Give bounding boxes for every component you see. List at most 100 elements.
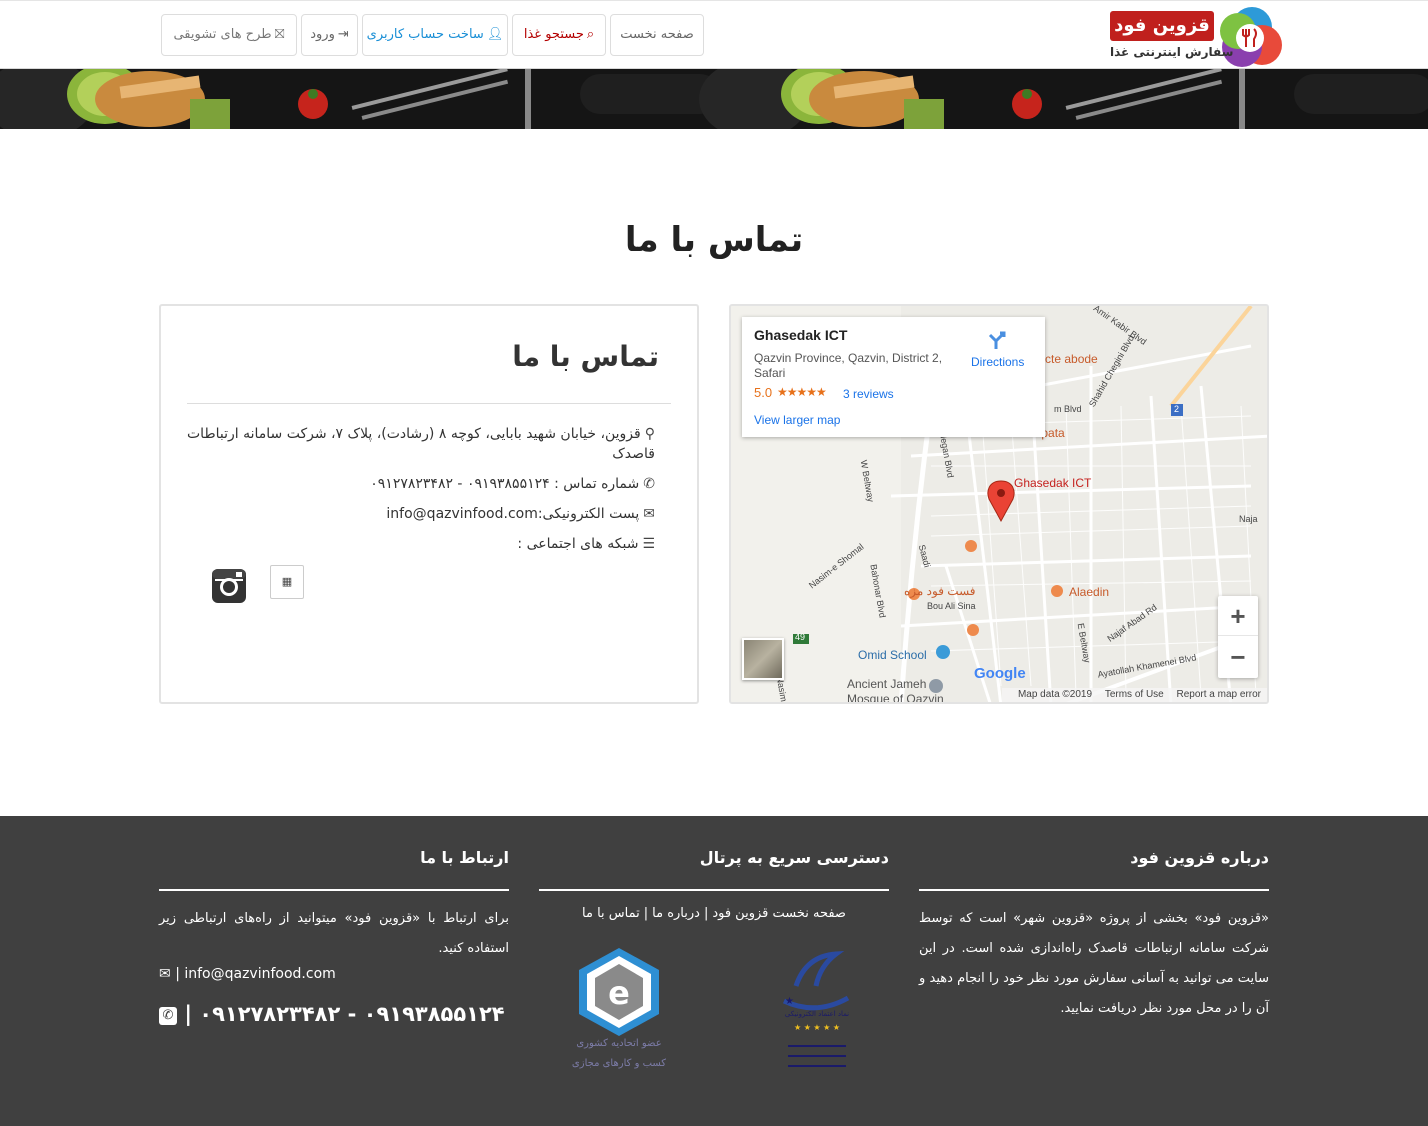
- nav-login-button[interactable]: ⇥ورود: [301, 14, 358, 56]
- zoom-in-button[interactable]: +: [1218, 596, 1258, 636]
- footer-link-contact[interactable]: تماس با ما: [582, 906, 640, 921]
- site-logo[interactable]: قزوین فود سفارش اینترنتی غذا: [1110, 5, 1282, 68]
- map-label-fastfood: فست فود مزه: [904, 584, 976, 598]
- nav-promo-label: طرح های تشویقی: [173, 27, 272, 42]
- map-report-link[interactable]: Report a map error: [1177, 689, 1261, 700]
- map-label-route-49: 49: [795, 632, 806, 642]
- contact-email-label: پست الکترونیکی:: [537, 506, 640, 522]
- footer-phone-text: ۰۹۱۲۷۸۲۳۴۸۲ - ۰۹۱۹۳۸۵۵۱۲۴: [199, 1002, 505, 1026]
- enamad-caption: نماد اعتماد الکترونیکی: [785, 1010, 849, 1018]
- envelope-icon: ✉: [159, 966, 171, 982]
- contact-info-panel: تماس با ما ⚲قزوین، خیابان شهید بابایی، ک…: [159, 304, 699, 704]
- contact-phone: ✆شماره تماس : ۰۹۱۹۳۸۵۵۱۲۴ - ۰۹۱۲۷۸۲۳۴۸۲: [370, 474, 655, 494]
- map-label-m-blvd: m Blvd: [1054, 404, 1082, 414]
- nav-login-label: ورود: [310, 27, 335, 42]
- gift-icon: ⛝: [274, 27, 285, 42]
- map-label-cte-abode: cte abode: [1045, 352, 1098, 366]
- sign-in-icon: ⇥: [337, 27, 349, 42]
- map-attribution: Map data ©2019 Terms of Use Report a map…: [1001, 688, 1267, 702]
- footer-email-link[interactable]: info@qazvinfood.com: [184, 966, 335, 982]
- map-terms-link[interactable]: Terms of Use: [1105, 689, 1164, 700]
- footer-quick-links: صفحه نخست قزوین فود|درباره ما|تماس با ما: [539, 906, 889, 921]
- map-label-naja: Naja: [1239, 514, 1258, 524]
- map-place-rating: 5.0: [754, 385, 773, 400]
- user-icon: 👤︎: [486, 27, 504, 42]
- footer-about-text: «قزوین فود» بخشی از پروژه «قزوین شهر» اس…: [919, 911, 1269, 1016]
- map-place-card: Ghasedak ICT Qazvin Province, Qazvin, Di…: [742, 317, 1045, 437]
- map-place-name: Ghasedak ICT: [754, 327, 848, 343]
- map-label-jameh-1: Ancient Jameh: [847, 677, 927, 691]
- wifi-icon: ☰: [642, 536, 655, 552]
- samandehi-caption-1: عضو اتحادیه کشوری: [576, 1038, 662, 1049]
- footer-phone: ✆ | ۰۹۱۲۷۸۲۳۴۸۲ - ۰۹۱۹۳۸۵۵۱۲۴: [159, 1002, 505, 1026]
- contact-email-link[interactable]: info@qazvinfood.com: [386, 506, 537, 522]
- svg-text:★: ★: [785, 996, 794, 1007]
- map-marker-label: Ghasedak ICT: [1014, 476, 1092, 490]
- directions-icon[interactable]: [986, 329, 1010, 353]
- samandehi-badge[interactable]: e عضو اتحادیه کشوری کسب و کارهای مجازی: [569, 946, 669, 1069]
- qr-code-icon[interactable]: ▦: [270, 565, 304, 599]
- map-larger-link[interactable]: View larger map: [754, 413, 840, 427]
- footer-contact-divider: [159, 889, 509, 891]
- nav-home-label: صفحه نخست: [620, 27, 694, 42]
- google-logo-text: Google: [974, 665, 1026, 682]
- phone-icon: ✆: [643, 476, 655, 492]
- google-logo: Google: [974, 665, 1026, 682]
- map-label-aladin: Alaedin: [1069, 585, 1110, 599]
- search-icon: ⌕: [586, 27, 595, 42]
- map-label-bou-ali: Bou Ali Sina: [927, 601, 976, 611]
- footer-email: ✉ | info@qazvinfood.com: [159, 966, 336, 982]
- footer-quick-divider: [539, 889, 889, 891]
- svg-text:e: e: [608, 974, 630, 1012]
- contact-phone-text: شماره تماس : ۰۹۱۹۳۸۵۵۱۲۴ - ۰۹۱۲۷۸۲۳۴۸۲: [370, 476, 640, 492]
- rating-stars-icon: ★★★★★: [777, 385, 827, 399]
- logo-subtitle: سفارش اینترنتی غذا: [1110, 45, 1234, 59]
- contact-social: ☰شبکه های اجتماعی :: [517, 534, 655, 554]
- map-marker-icon: ⚲: [644, 426, 655, 442]
- contact-address: ⚲قزوین، خیابان شهید بابایی، کوچه ۸ (رشاد…: [187, 424, 655, 464]
- contact-email: ✉پست الکترونیکی:info@qazvinfood.com: [386, 504, 655, 524]
- footer-phone-divider: |: [184, 1002, 192, 1026]
- footer-link-about[interactable]: درباره ما: [652, 906, 700, 921]
- footer-link-separator: |: [643, 906, 649, 921]
- top-navbar: قزوین فود سفارش اینترنتی غذا صفحه نخست ⌕…: [0, 0, 1428, 69]
- svg-text:★ ★ ★ ★ ★: ★ ★ ★ ★ ★: [794, 1023, 840, 1032]
- nav-home-button[interactable]: صفحه نخست: [610, 14, 704, 56]
- map-reviews-link[interactable]: 3 reviews: [843, 387, 894, 401]
- contact-panel-title: تماس با ما: [512, 340, 659, 373]
- map-directions-link[interactable]: Directions: [971, 355, 1024, 369]
- footer-link-separator: |: [703, 906, 709, 921]
- footer-email-divider: |: [175, 966, 180, 982]
- zoom-out-button[interactable]: −: [1218, 637, 1258, 677]
- map-place-address: Qazvin Province, Qazvin, District 2, Saf…: [754, 351, 943, 380]
- footer-contact-title: ارتباط با ما: [420, 848, 509, 867]
- site-footer: درباره قزوین فود «قزوین فود» بخشی از پرو…: [0, 816, 1428, 1126]
- banner-image: [0, 69, 1428, 129]
- footer-link-home[interactable]: صفحه نخست قزوین فود: [712, 906, 846, 921]
- nav-search-label: جستجو غذا: [523, 27, 584, 42]
- instagram-icon[interactable]: [211, 568, 247, 604]
- map-label-route-2: 2: [1174, 404, 1180, 414]
- footer-contact-text: برای ارتباط با «قزوین فود» میتوانید از ر…: [159, 911, 509, 956]
- contact-divider: [187, 403, 671, 404]
- satellite-toggle-button[interactable]: [742, 638, 784, 680]
- map-label-omid-school: Omid School: [858, 648, 927, 662]
- samandehi-caption-2: کسب و کارهای مجازی: [571, 1058, 667, 1069]
- nav-search-food-button[interactable]: ⌕جستجو غذا: [512, 14, 606, 56]
- nav-promo-button[interactable]: ⛝طرح های تشویقی: [161, 14, 297, 56]
- footer-quick-title: دسترسی سریع به پرتال: [699, 848, 889, 867]
- enamad-badge-icon[interactable]: ★ نماد اعتماد الکترونیکی ★ ★ ★ ★ ★: [776, 946, 858, 1082]
- logo-title: قزوین فود: [1110, 11, 1214, 41]
- nav-signup-button[interactable]: 👤︎ساخت حساب کاربری: [362, 14, 508, 56]
- envelope-icon: ✉: [643, 506, 655, 522]
- map-zoom-controls: + −: [1218, 596, 1258, 678]
- phone-square-icon: ✆: [159, 1007, 177, 1025]
- samandehi-logo-icon: e: [579, 948, 659, 1036]
- contact-address-text: قزوین، خیابان شهید بابایی، کوچه ۸ (رشادت…: [187, 426, 655, 462]
- nav-signup-label: ساخت حساب کاربری: [366, 27, 484, 42]
- footer-about-title: درباره قزوین فود: [1130, 848, 1269, 867]
- contact-social-label: شبکه های اجتماعی :: [517, 536, 639, 552]
- map-data-text: Map data ©2019: [1017, 689, 1093, 700]
- google-map-embed[interactable]: Amir Kabir Blvd Shahid Chegini Blvd 2 ct…: [729, 304, 1269, 704]
- page-title: تماس با ما: [624, 220, 804, 260]
